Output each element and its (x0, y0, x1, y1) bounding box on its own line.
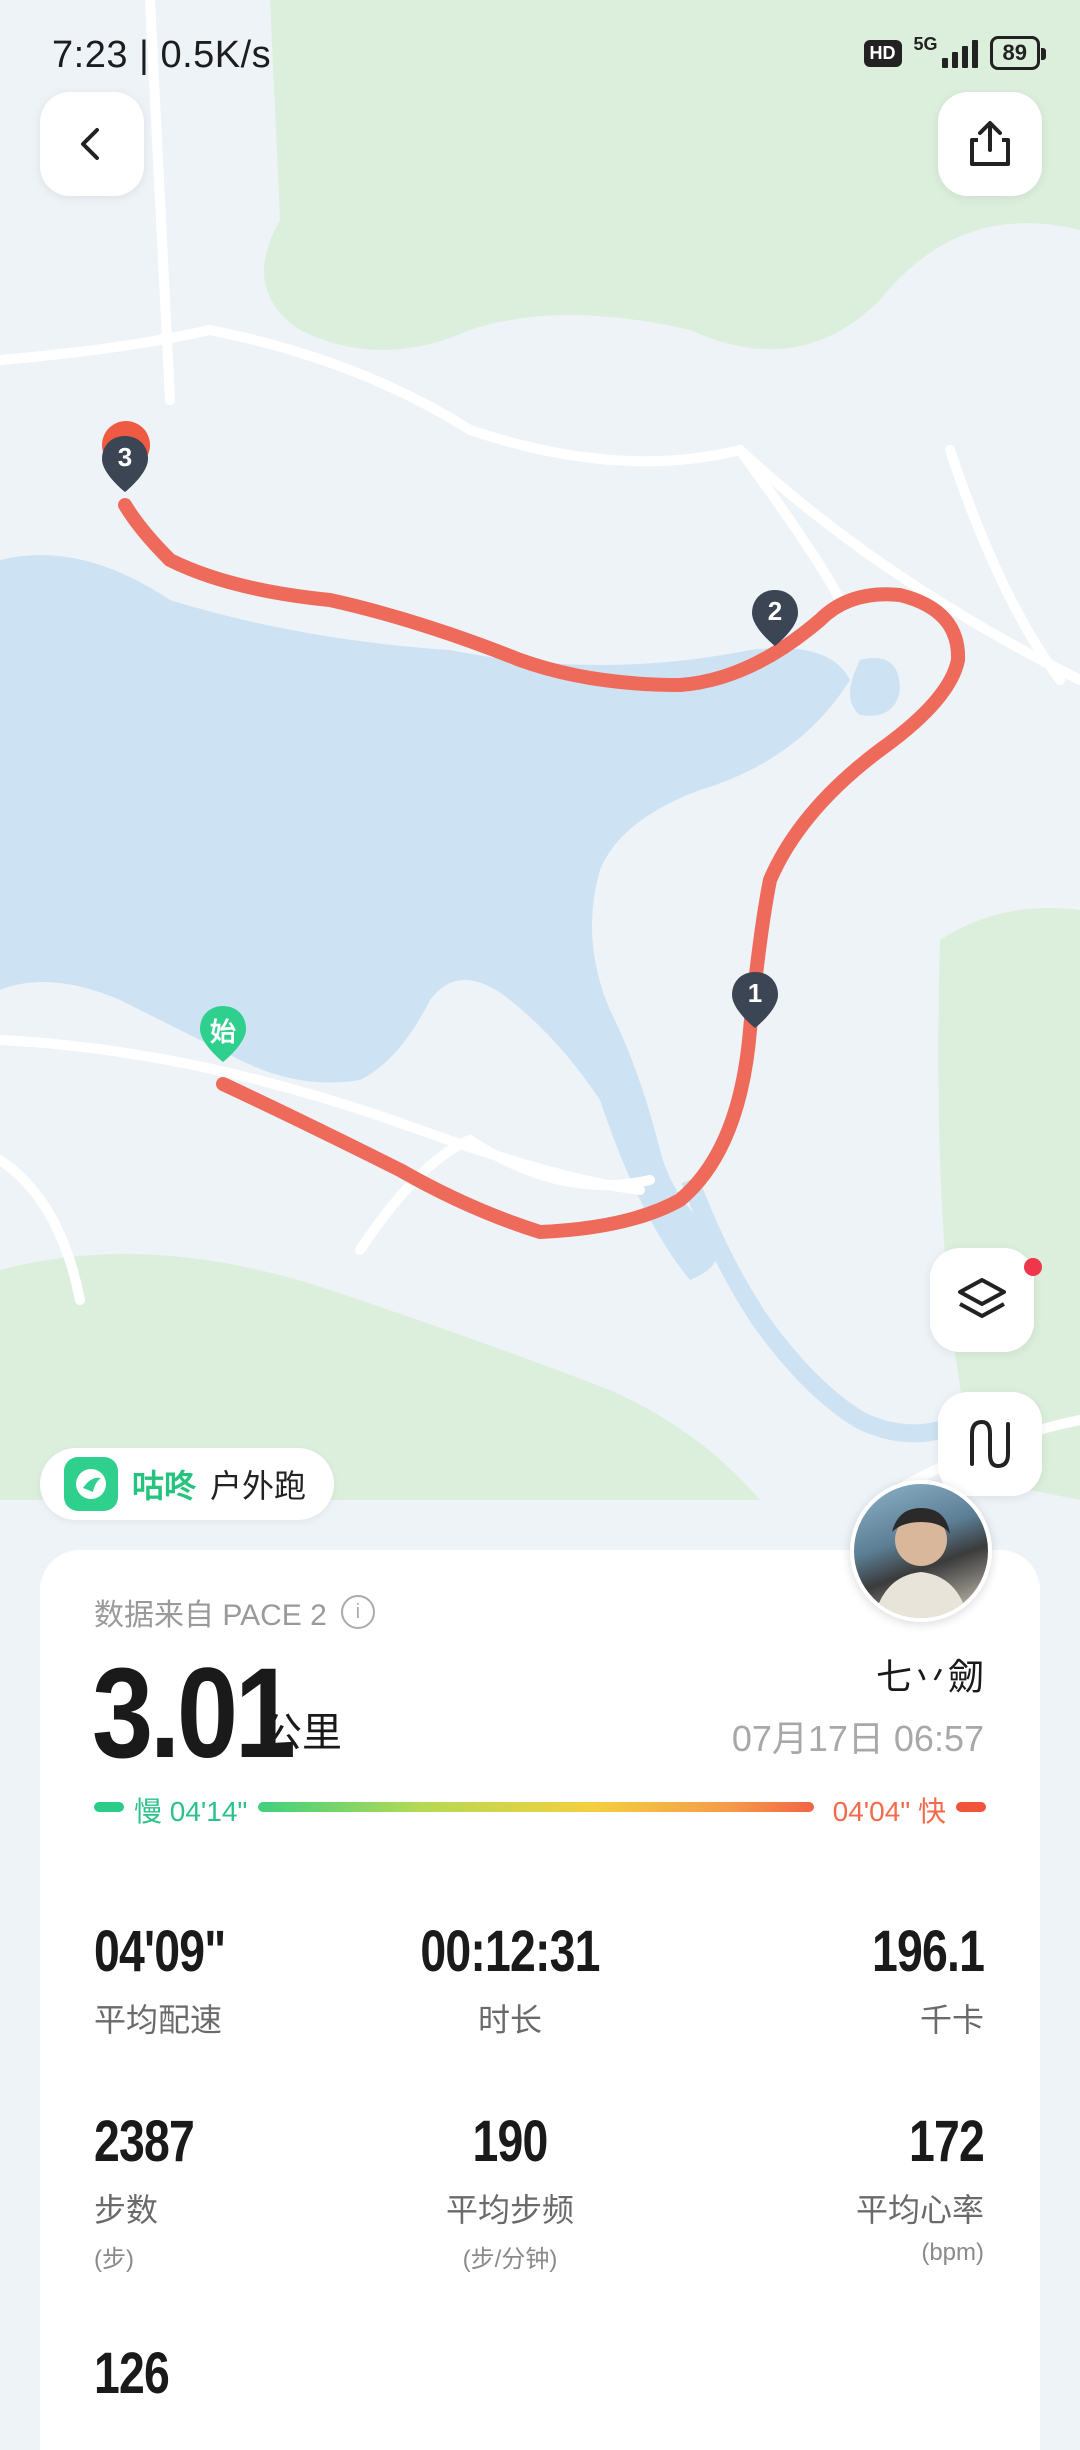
route-playback-button[interactable] (938, 1392, 1042, 1496)
stat-cadence: 190 平均步频 (步/分钟) (350, 2108, 670, 2274)
stat-unit: (bpm) (921, 2239, 984, 2266)
stat-value: 126 (94, 2341, 170, 2406)
sport-type-tag: 咕咚 户外跑 (40, 1448, 335, 1520)
stat-avg-pace: 04'09" 平均配速 (94, 1918, 258, 2041)
info-icon[interactable]: i (340, 1595, 375, 1629)
share-icon (970, 121, 1010, 166)
split-marker-3: 3 (100, 434, 150, 496)
stat-value: 00:12:31 (420, 1919, 600, 1984)
stat-extra: 126 (94, 2340, 188, 2407)
data-source-text: 数据来自 PACE 2 (94, 1599, 327, 1632)
pace-range-bar: 慢 04'14" 04'04" 快 (94, 1790, 986, 1827)
pace-slow-dot (94, 1802, 124, 1812)
map-layers-button[interactable] (930, 1248, 1034, 1352)
pace-slow-label: 慢 04'14" (134, 1796, 248, 1827)
stat-value: 190 (472, 2109, 548, 2174)
stat-value: 2387 (94, 2109, 195, 2174)
stat-label: 时长 (477, 2002, 542, 2038)
share-button[interactable] (938, 92, 1042, 196)
status-time: 7:23 | 0.5K/s (52, 34, 272, 76)
stat-heart-rate: 172 平均心率 (bpm) (855, 2108, 985, 2267)
stat-label: 平均配速 (94, 2002, 223, 2038)
stat-value: 172 (908, 2109, 985, 2174)
avatar[interactable] (850, 1480, 992, 1622)
route-icon (970, 1419, 1010, 1469)
stat-unit: (步) (94, 2246, 134, 2273)
pace-gradient (258, 1802, 814, 1812)
pace-fast-label: 04'04" 快 (832, 1796, 946, 1827)
network-type: 5G (913, 34, 938, 54)
hd-badge: HD (863, 39, 902, 67)
stat-calories: 196.1 千卡 (844, 1918, 985, 2041)
start-marker: 始 (198, 1004, 248, 1066)
split-marker-2: 2 (750, 588, 800, 650)
stat-unit: (步/分钟) (462, 2246, 558, 2273)
signal-icon: 5G (914, 34, 978, 68)
activity-date: 07月17日 06:57 (731, 1718, 984, 1759)
stat-label: 步数 (94, 2192, 159, 2228)
data-source: 数据来自 PACE 2 i (94, 1590, 375, 1634)
chevron-left-icon (81, 128, 99, 160)
back-button[interactable] (40, 92, 144, 196)
notification-dot (1024, 1258, 1042, 1276)
stat-value: 196.1 (871, 1919, 985, 1984)
split-marker-label: 3 (117, 442, 133, 472)
split-marker-label: 2 (767, 596, 783, 626)
app-brand-name: 咕咚 (132, 1468, 197, 1504)
stat-duration: 00:12:31 时长 (350, 1918, 670, 2041)
user-name[interactable]: 七丷劒 (876, 1648, 984, 1700)
pond (850, 658, 900, 716)
status-icons: HD 5G 89 (863, 34, 1047, 70)
distance-unit: 公里 (262, 1711, 342, 1755)
pace-fast-dot (956, 1802, 986, 1812)
stat-label: 平均心率 (855, 2192, 984, 2228)
stat-steps: 2387 步数 (步) (94, 2108, 219, 2274)
status-bar: 7:23 | 0.5K/s HD 5G 89 (0, 0, 1080, 110)
stat-label: 千卡 (919, 2002, 984, 2038)
stat-value: 04'09" (94, 1919, 226, 1984)
codoon-app-icon (64, 1457, 118, 1511)
battery-icon: 89 (989, 36, 1047, 70)
split-marker-1: 1 (730, 970, 780, 1032)
stat-label: 平均步频 (445, 2192, 574, 2228)
sport-kind: 户外跑 (210, 1468, 307, 1504)
start-marker-label: 始 (209, 1017, 236, 1047)
layers-icon (958, 1278, 1006, 1318)
split-marker-label: 1 (747, 978, 763, 1008)
summary-card: 数据来自 PACE 2 i 3.01 公里 七丷劒 07月17日 06:57 慢… (40, 1550, 1040, 2450)
